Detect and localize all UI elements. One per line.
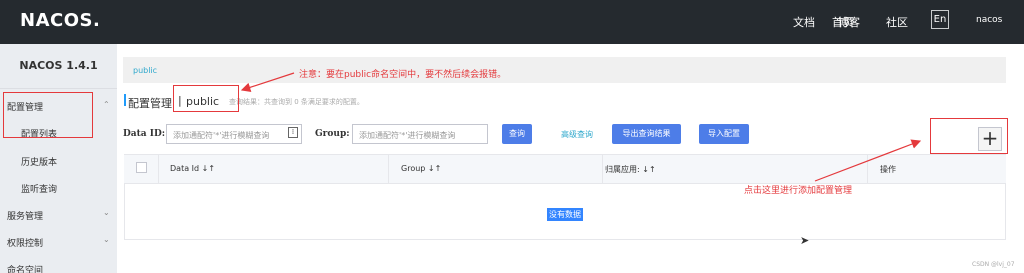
arrow-to-add bbox=[814, 139, 922, 182]
arrow-to-namespace bbox=[240, 72, 295, 92]
annotation-arrows bbox=[240, 72, 922, 182]
watermark: CSDN @lvj_07 bbox=[972, 261, 1015, 268]
mouse-cursor-icon: ➤ bbox=[800, 234, 810, 247]
